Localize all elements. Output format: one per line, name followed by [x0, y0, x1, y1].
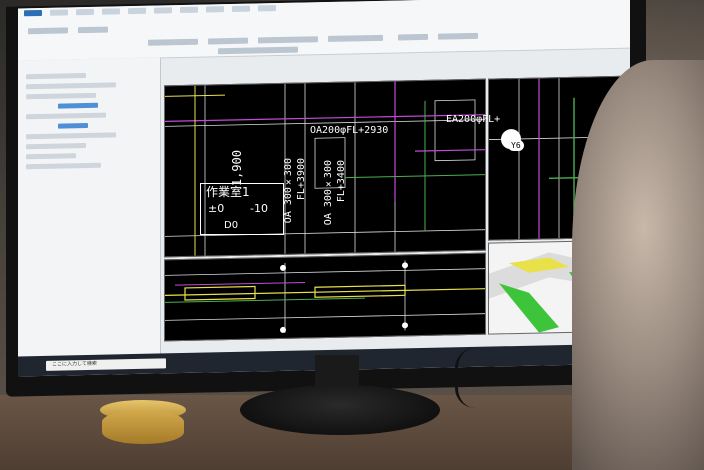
oa-fl-1: FL+3900	[296, 158, 307, 201]
search-placeholder: ここに入力して検索	[52, 360, 97, 368]
oa-size-1: OA 300×300	[283, 158, 294, 224]
properties-sidebar	[18, 57, 161, 357]
dim-vertical: 1,900	[230, 150, 244, 187]
app-ribbon	[18, 0, 630, 62]
ribbon-tab[interactable]	[180, 6, 198, 14]
ribbon-tab[interactable]	[232, 5, 250, 12]
duct-label-oa: OA200φFL+2930	[310, 125, 389, 136]
grid-label-y6: Y6	[508, 140, 524, 151]
sidebar-row[interactable]	[26, 82, 116, 90]
sidebar-row[interactable]	[26, 92, 96, 100]
room-code: D0	[224, 220, 239, 231]
sidebar-row[interactable]	[26, 73, 86, 80]
cad-elevation-drawing	[165, 260, 485, 333]
oa-size-2: OA 300×300	[323, 160, 334, 226]
ribbon-tab[interactable]	[206, 6, 224, 13]
room-name: 作業室1	[206, 185, 250, 199]
ribbon-tab[interactable]	[128, 7, 146, 15]
toolbar-control[interactable]	[328, 34, 383, 42]
room-level-right: -10	[250, 202, 268, 215]
ribbon-tab[interactable]	[50, 9, 68, 16]
toolbar-control[interactable]	[258, 36, 318, 44]
sidebar-row[interactable]	[26, 132, 116, 140]
toolbar-control[interactable]	[148, 38, 198, 46]
cad-elevation-view[interactable]	[164, 252, 486, 342]
sidebar-row[interactable]	[26, 153, 76, 160]
sidebar-row[interactable]	[26, 112, 106, 120]
ribbon-tab[interactable]	[258, 5, 276, 12]
sidebar-row-selected[interactable]	[58, 122, 88, 129]
oa-fl-2: FL+3400	[336, 160, 347, 203]
sidebar-row[interactable]	[26, 162, 101, 170]
monitor-stand	[240, 385, 440, 435]
toolbar-control[interactable]	[218, 46, 298, 55]
toolbar-control[interactable]	[398, 33, 428, 41]
toolbar-control[interactable]	[208, 37, 248, 45]
photo-scene: ここに入力して検索 OA200φFL+2930 EA200φFL+ 1,900 …	[0, 0, 704, 470]
toolbar-control[interactable]	[78, 26, 108, 34]
monitor-cable	[455, 348, 498, 408]
tin-can	[102, 410, 184, 444]
sidebar-row-selected[interactable]	[58, 102, 98, 109]
ribbon-tabs	[24, 5, 276, 20]
ribbon-tab[interactable]	[24, 9, 42, 17]
toolbar-control[interactable]	[438, 32, 478, 40]
toolbar-control[interactable]	[28, 27, 68, 35]
room-level-left: ±0	[208, 202, 225, 215]
ribbon-tab[interactable]	[154, 7, 172, 14]
ribbon-tab[interactable]	[76, 8, 94, 16]
taskbar-search[interactable]: ここに入力して検索	[46, 358, 166, 371]
duct-label-ea: EA200φFL+	[446, 114, 501, 125]
sidebar-row[interactable]	[26, 143, 86, 150]
ribbon-tab[interactable]	[102, 8, 120, 15]
